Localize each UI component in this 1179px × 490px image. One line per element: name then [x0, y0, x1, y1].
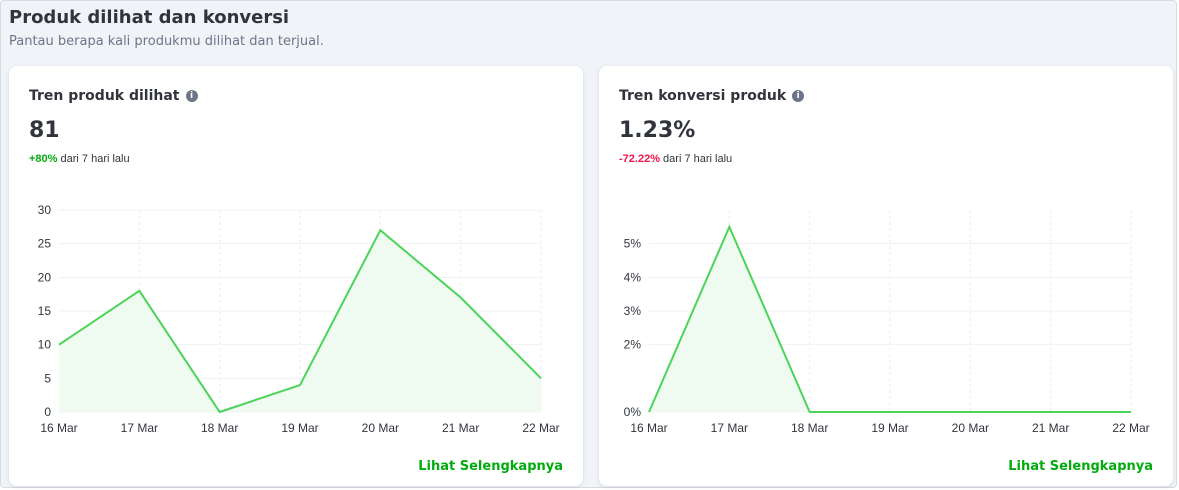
conversion-chart-ytick-label: 2% — [624, 338, 642, 352]
product-views-conversion-section: Produk dilihat dan konversi Pantau berap… — [0, 0, 1177, 488]
views-chart-xtick-label: 18 Mar — [201, 421, 238, 435]
conversion-chart-data-point[interactable] — [807, 409, 813, 415]
views-chart-data-point[interactable] — [297, 382, 303, 388]
views-chart-xtick-label: 20 Mar — [362, 421, 399, 435]
views-chart-ytick-label: 30 — [38, 203, 52, 217]
views-chart-xtick-label: 19 Mar — [281, 421, 318, 435]
conversion-chart-xtick-label: 19 Mar — [871, 421, 908, 435]
conversion-chart-xtick-label: 18 Mar — [791, 421, 828, 435]
info-icon[interactable]: i — [792, 90, 805, 102]
views-see-more-link[interactable]: Lihat Selengkapnya — [418, 459, 563, 474]
conversion-trend-card: Tren konversi produk i 1.23% -72.22% dar… — [599, 66, 1173, 486]
conversion-chart-xtick-label: 20 Mar — [952, 421, 989, 435]
views-chart-data-point[interactable] — [377, 227, 383, 233]
views-chart-data-point[interactable] — [217, 409, 223, 415]
views-trend-title: Tren produk dilihat i — [29, 88, 198, 104]
views-chart-data-point[interactable] — [538, 375, 544, 381]
views-chart-ytick-label: 0 — [44, 405, 51, 419]
conversion-chart-ytick-label: 4% — [624, 270, 642, 284]
conversion-chart-ytick-label: 3% — [624, 304, 642, 318]
views-delta-suffix: dari 7 hari lalu — [60, 153, 130, 165]
info-icon[interactable]: i — [185, 90, 198, 102]
views-trend-chart: 0 5 10 15 20 25 30 16 Mar 17 Mar 18 Mar 19 Mar 20 M… — [38, 203, 560, 435]
views-delta: +80% dari 7 hari lalu — [29, 153, 130, 165]
conversion-trend-chart: 0% 2% 3% 4% 5% 16 Mar 17 Mar 18 Mar 19 Mar 20 Mar… — [624, 210, 1150, 435]
views-chart-xtick-label: 21 Mar — [442, 421, 479, 435]
conversion-chart-ytick-label: 0% — [624, 405, 642, 419]
conversion-chart-data-point[interactable] — [646, 409, 652, 415]
conversion-chart-xtick-label: 21 Mar — [1032, 421, 1069, 435]
views-chart-xtick-label: 16 Mar — [40, 421, 77, 435]
conversion-delta-value: -72.22% — [619, 153, 660, 165]
section-title: Produk dilihat dan konversi — [9, 7, 290, 28]
conversion-chart-data-point[interactable] — [887, 409, 893, 415]
conversion-chart-data-point[interactable] — [1128, 409, 1134, 415]
views-chart-ytick-label: 20 — [38, 270, 52, 284]
views-trend-title-text: Tren produk dilihat — [29, 88, 180, 104]
conversion-delta-suffix: dari 7 hari lalu — [663, 153, 733, 165]
views-chart-xtick-label: 17 Mar — [121, 421, 158, 435]
views-chart-ytick-label: 10 — [38, 338, 52, 352]
views-chart-data-point[interactable] — [458, 295, 464, 301]
views-chart-ytick-label: 25 — [38, 237, 52, 251]
views-chart-ytick-label: 15 — [38, 304, 52, 318]
conversion-trend-title-text: Tren konversi produk — [619, 88, 787, 104]
section-subtitle: Pantau berapa kali produkmu dilihat dan … — [9, 34, 324, 49]
views-chart-data-point[interactable] — [136, 288, 142, 294]
conversion-chart-xtick-label: 16 Mar — [630, 421, 667, 435]
conversion-trend-title: Tren konversi produk i — [619, 88, 805, 104]
conversion-see-more-link[interactable]: Lihat Selengkapnya — [1008, 459, 1153, 474]
conversion-chart-data-point[interactable] — [1048, 409, 1054, 415]
views-chart-ytick-label: 5 — [44, 371, 51, 385]
conversion-metric-value: 1.23% — [619, 118, 696, 143]
views-delta-value: +80% — [29, 153, 58, 165]
conversion-chart-ytick-label: 5% — [624, 237, 642, 251]
conversion-chart-data-point[interactable] — [967, 409, 973, 415]
conversion-delta: -72.22% dari 7 hari lalu — [619, 153, 732, 165]
conversion-chart-data-point[interactable] — [726, 224, 732, 230]
conversion-chart-xtick-label: 17 Mar — [711, 421, 748, 435]
views-metric-value: 81 — [29, 118, 60, 143]
views-chart-data-point[interactable] — [56, 342, 62, 348]
conversion-chart-xtick-label: 22 Mar — [1112, 421, 1149, 435]
views-chart-xtick-label: 22 Mar — [522, 421, 559, 435]
views-trend-card: Tren produk dilihat i 81 +80% dari 7 har… — [9, 66, 583, 486]
